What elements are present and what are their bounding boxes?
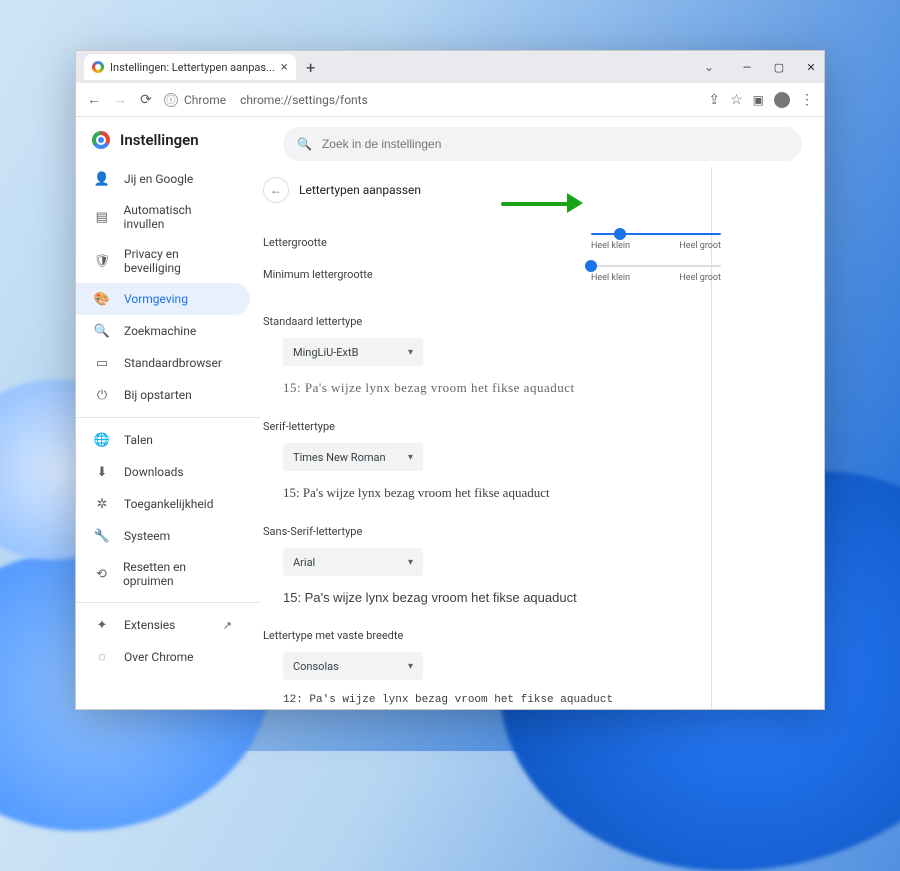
sidebar-item-autofill[interactable]: ▤Automatisch invullen bbox=[76, 195, 250, 239]
sidebar-item-on-startup[interactable]: ⏻Bij opstarten bbox=[76, 379, 250, 411]
settings-favicon-icon bbox=[92, 61, 104, 73]
extension-icon: ✦ bbox=[94, 617, 110, 633]
standard-font-label: Standaard lettertype bbox=[263, 315, 721, 328]
wrench-icon: 🔧 bbox=[94, 528, 110, 544]
tab-title: Instellingen: Lettertypen aanpas... bbox=[110, 61, 275, 74]
sidebar-item-system[interactable]: 🔧Systeem bbox=[76, 520, 250, 552]
tab-overflow-icon[interactable]: ⌄ bbox=[704, 60, 714, 74]
bookmark-icon[interactable]: ☆ bbox=[730, 92, 743, 108]
font-size-label: Lettergrootte bbox=[263, 236, 327, 249]
autofill-icon: ▤ bbox=[94, 209, 110, 225]
page-back-button[interactable]: ← bbox=[263, 177, 289, 203]
window-close-button[interactable]: ✕ bbox=[804, 61, 818, 74]
settings-search-input[interactable] bbox=[322, 137, 788, 151]
sidebar-item-downloads[interactable]: ⬇Downloads bbox=[76, 456, 250, 488]
annotation-arrow bbox=[501, 193, 591, 213]
chevron-down-icon: ▾ bbox=[408, 347, 413, 358]
site-info-icon: ⓘ bbox=[164, 93, 178, 107]
sidebar-item-languages[interactable]: 🌐Talen bbox=[76, 424, 250, 456]
slider-min-label-2: Heel klein bbox=[591, 273, 630, 283]
sidebar-item-appearance[interactable]: 🎨Vormgeving bbox=[76, 283, 250, 315]
kebab-menu-icon[interactable]: ⋮ bbox=[800, 92, 814, 108]
sidebar-item-about[interactable]: ◌Over Chrome bbox=[76, 641, 250, 673]
share-icon[interactable]: ⇪ bbox=[708, 92, 720, 108]
sans-font-dropdown[interactable]: Arial ▾ bbox=[283, 548, 423, 576]
page-title: Lettertypen aanpassen bbox=[299, 183, 421, 197]
chrome-window: Instellingen: Lettertypen aanpas... × + … bbox=[75, 50, 825, 710]
sans-font-sample: 15: Pa's wijze lynx bezag vroom het fiks… bbox=[283, 590, 721, 605]
chrome-logo-icon bbox=[92, 131, 110, 149]
browser-tab[interactable]: Instellingen: Lettertypen aanpas... × bbox=[84, 54, 296, 80]
info-icon: ◌ bbox=[94, 649, 110, 665]
back-button[interactable]: ← bbox=[86, 91, 102, 108]
window-maximize-button[interactable]: ▢ bbox=[772, 61, 786, 74]
mono-font-sample: 12: Pa's wijze lynx bezag vroom het fiks… bbox=[283, 694, 721, 706]
url-display[interactable]: chrome://settings/fonts bbox=[240, 93, 368, 107]
new-tab-button[interactable]: + bbox=[300, 58, 322, 77]
chevron-down-icon: ▾ bbox=[408, 452, 413, 463]
download-icon: ⬇ bbox=[94, 464, 110, 480]
sidebar: Instellingen 👤Jij en Google ▤Automatisch… bbox=[76, 117, 261, 709]
font-size-slider[interactable] bbox=[614, 228, 626, 240]
serif-font-sample: 15: Pa's wijze lynx bezag vroom het fiks… bbox=[283, 485, 721, 501]
reading-list-icon[interactable]: ▣ bbox=[753, 93, 764, 107]
sidebar-item-accessibility[interactable]: ✲Toegankelijkheid bbox=[76, 488, 250, 520]
sidebar-item-extensions[interactable]: ✦Extensies↗ bbox=[76, 609, 250, 641]
power-icon: ⏻ bbox=[94, 387, 110, 403]
window-minimize-button[interactable]: ― bbox=[740, 61, 754, 74]
standard-font-sample: 15: Pa's wijze lynx bezag vroom het fiks… bbox=[283, 380, 721, 396]
person-icon: 👤 bbox=[94, 171, 110, 187]
url-chip[interactable]: ⓘ Chrome bbox=[164, 93, 226, 107]
addressbar: ← → ⟳ ⓘ Chrome chrome://settings/fonts ⇪… bbox=[76, 83, 824, 117]
sans-font-label: Sans-Serif-lettertype bbox=[263, 525, 721, 538]
slider-min-label: Heel klein bbox=[591, 241, 630, 251]
sidebar-item-search-engine[interactable]: 🔍Zoekmachine bbox=[76, 315, 250, 347]
search-icon: 🔍 bbox=[94, 323, 110, 339]
standard-font-dropdown[interactable]: MingLiU-ExtB ▾ bbox=[283, 338, 423, 366]
mono-font-dropdown[interactable]: Consolas ▾ bbox=[283, 652, 423, 680]
sidebar-item-default-browser[interactable]: ▭Standaardbrowser bbox=[76, 347, 250, 379]
sidebar-item-privacy[interactable]: 🛡Privacy en beveiliging bbox=[76, 239, 250, 283]
settings-search[interactable]: 🔍 bbox=[283, 127, 802, 161]
chevron-down-icon: ▾ bbox=[408, 661, 413, 672]
external-link-icon: ↗ bbox=[223, 619, 232, 632]
globe-icon: 🌐 bbox=[94, 432, 110, 448]
reset-icon: ⟲ bbox=[94, 566, 109, 582]
min-font-size-label: Minimum lettergrootte bbox=[263, 268, 373, 281]
mono-font-label: Lettertype met vaste breedte bbox=[263, 629, 721, 642]
url-chip-label: Chrome bbox=[184, 93, 226, 107]
close-tab-icon[interactable]: × bbox=[281, 60, 288, 75]
slider-max-label-2: Heel groot bbox=[679, 273, 721, 283]
titlebar: Instellingen: Lettertypen aanpas... × + … bbox=[76, 51, 824, 83]
sidebar-item-you-and-google[interactable]: 👤Jij en Google bbox=[76, 163, 250, 195]
accessibility-icon: ✲ bbox=[94, 496, 110, 512]
search-icon: 🔍 bbox=[297, 137, 312, 151]
reload-button[interactable]: ⟳ bbox=[138, 92, 154, 108]
serif-font-dropdown[interactable]: Times New Roman ▾ bbox=[283, 443, 423, 471]
shield-icon: 🛡 bbox=[94, 253, 110, 269]
profile-avatar[interactable] bbox=[774, 92, 790, 108]
chevron-down-icon: ▾ bbox=[408, 557, 413, 568]
slider-max-label: Heel groot bbox=[679, 241, 721, 251]
min-font-size-slider[interactable] bbox=[585, 260, 597, 272]
palette-icon: 🎨 bbox=[94, 291, 110, 307]
browser-icon: ▭ bbox=[94, 355, 110, 371]
serif-font-label: Serif-lettertype bbox=[263, 420, 721, 433]
sidebar-item-reset[interactable]: ⟲Resetten en opruimen bbox=[76, 552, 250, 596]
forward-button[interactable]: → bbox=[112, 91, 128, 108]
app-title: Instellingen bbox=[120, 131, 199, 149]
